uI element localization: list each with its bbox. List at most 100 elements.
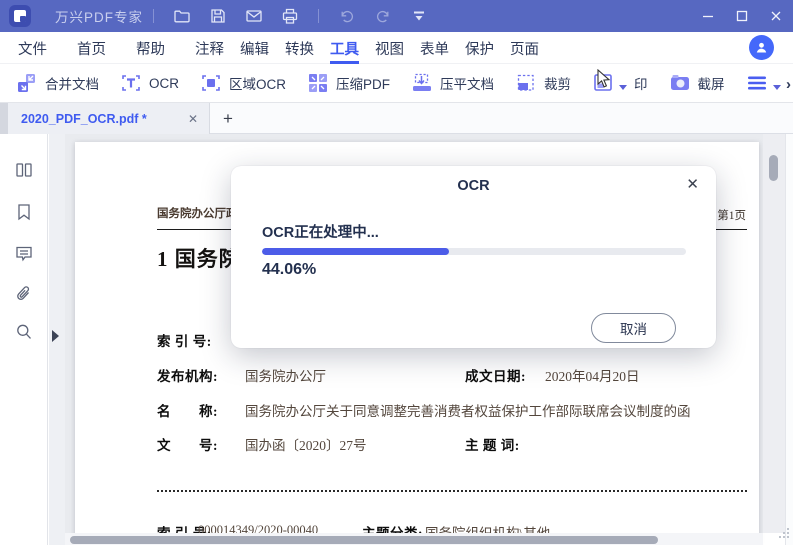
tool-label: 截屏 bbox=[697, 77, 725, 92]
panel-expand-handle[interactable] bbox=[52, 330, 59, 342]
tool-label: OCR bbox=[149, 75, 179, 91]
mouse-cursor bbox=[597, 68, 613, 94]
compress-pdf-button[interactable]: 压缩PDF bbox=[307, 72, 390, 94]
right-edge-strip bbox=[785, 134, 793, 545]
dotted-divider bbox=[157, 490, 747, 492]
tabbar-left-edge bbox=[0, 103, 8, 134]
close-button[interactable] bbox=[759, 0, 793, 32]
hamburger-menu-icon bbox=[747, 76, 766, 90]
field-label: 主 题 词: bbox=[465, 438, 520, 453]
more-tools-menu-button[interactable] bbox=[746, 72, 781, 94]
bookmarks-icon[interactable] bbox=[14, 202, 34, 222]
dialog-title: OCR bbox=[457, 178, 490, 194]
document-tab-bar: 2020_PDF_OCR.pdf * ✕ + bbox=[0, 103, 793, 134]
app-logo-icon bbox=[9, 5, 31, 27]
ocr-status-text: OCR正在处理中... bbox=[262, 225, 379, 241]
ocr-percent-text: 44.06% bbox=[262, 261, 317, 278]
field-label: 名 称: bbox=[157, 404, 218, 419]
maximize-button[interactable] bbox=[725, 0, 759, 32]
tab-title: 2020_PDF_OCR.pdf * bbox=[21, 111, 147, 126]
crop-button[interactable]: 裁剪 bbox=[515, 72, 571, 94]
menu-protect[interactable]: 保护 bbox=[465, 32, 494, 64]
tool-label: 区域OCR bbox=[229, 77, 286, 92]
menu-form[interactable]: 表单 bbox=[420, 32, 449, 64]
flatten-document-button[interactable]: 压平文档 bbox=[411, 72, 494, 94]
menu-help[interactable]: 帮助 bbox=[136, 32, 165, 64]
area-ocr-button[interactable]: 区域OCR bbox=[200, 72, 286, 94]
title-bar: 万兴PDF专家 bbox=[0, 0, 793, 32]
tool-label: 合并文档 bbox=[45, 77, 99, 92]
field-value: 2020年04月20日 bbox=[545, 369, 640, 384]
navigation-sidebar bbox=[0, 134, 48, 545]
save-icon[interactable] bbox=[209, 7, 227, 25]
undo-icon[interactable] bbox=[338, 7, 356, 25]
tool-label: 压缩PDF bbox=[336, 77, 390, 92]
flatten-document-icon bbox=[413, 73, 431, 91]
chevron-down-icon[interactable] bbox=[772, 85, 781, 90]
tab-close-icon[interactable]: ✕ bbox=[188, 112, 198, 126]
field-label: 发布机构: bbox=[157, 369, 218, 384]
app-window: 万兴PDF专家 文件 首页 帮助 注释 编辑 转换 工具 视图 表单 保护 页面… bbox=[0, 0, 793, 545]
menu-convert[interactable]: 转换 bbox=[285, 32, 314, 64]
page-header-text: 国务院办公厅政 bbox=[157, 208, 238, 220]
page-thumbnails-icon[interactable] bbox=[14, 160, 34, 180]
ocr-progress-bar bbox=[262, 248, 686, 255]
minimize-button[interactable] bbox=[691, 0, 725, 32]
resize-grip[interactable] bbox=[779, 536, 781, 538]
document-heading: 1 国务院 bbox=[157, 247, 241, 271]
window-controls bbox=[691, 0, 793, 32]
customize-toolbar-icon[interactable] bbox=[410, 7, 428, 25]
page-number: 第1页 bbox=[717, 210, 746, 222]
merge-documents-icon bbox=[18, 74, 35, 92]
field-value: 国务院办公厅关于同意调整完善消费者权益保护工作部际联席会议制度的函 bbox=[245, 404, 691, 419]
horizontal-scrollbar-thumb[interactable] bbox=[70, 536, 658, 544]
menu-tools[interactable]: 工具 bbox=[330, 32, 359, 64]
user-avatar[interactable] bbox=[749, 35, 774, 60]
cancel-button[interactable]: 取消 bbox=[591, 313, 676, 343]
ocr-dialog: OCR ✕ OCR正在处理中... 44.06% 取消 bbox=[231, 166, 716, 348]
vertical-scrollbar[interactable] bbox=[763, 134, 785, 533]
email-icon[interactable] bbox=[245, 7, 263, 25]
toolbar-overflow-chevron[interactable]: › bbox=[786, 76, 791, 93]
dialog-close-icon[interactable]: ✕ bbox=[686, 175, 699, 193]
tools-toolbar: 合并文档 OCR 区域OCR 压缩PDF 压平文档 裁剪 印 截屏 bbox=[0, 64, 793, 103]
search-icon[interactable] bbox=[14, 322, 34, 342]
field-label: 索 引 号: bbox=[157, 334, 212, 349]
menu-view[interactable]: 视图 bbox=[375, 32, 404, 64]
menu-edit[interactable]: 编辑 bbox=[240, 32, 269, 64]
menu-bar: 文件 首页 帮助 注释 编辑 转换 工具 视图 表单 保护 页面 bbox=[0, 32, 793, 64]
divider bbox=[318, 9, 319, 23]
field-value: 国务院办公厅 bbox=[245, 369, 326, 384]
ocr-button[interactable]: OCR bbox=[120, 72, 179, 94]
tool-label: 裁剪 bbox=[544, 77, 571, 92]
ocr-icon bbox=[122, 75, 140, 91]
area-ocr-icon bbox=[202, 75, 220, 91]
app-title: 万兴PDF专家 bbox=[55, 10, 143, 25]
horizontal-scrollbar[interactable] bbox=[65, 533, 763, 545]
vertical-scrollbar-thumb[interactable] bbox=[769, 155, 778, 181]
new-tab-button[interactable]: + bbox=[210, 103, 246, 134]
document-tab[interactable]: 2020_PDF_OCR.pdf * ✕ bbox=[8, 103, 210, 134]
divider bbox=[153, 9, 154, 23]
compress-pdf-icon bbox=[309, 74, 327, 92]
comments-icon[interactable] bbox=[14, 243, 34, 263]
merge-documents-button[interactable]: 合并文档 bbox=[16, 72, 99, 94]
print-icon[interactable] bbox=[281, 7, 299, 25]
chevron-down-icon[interactable] bbox=[619, 85, 627, 90]
screenshot-button[interactable]: 截屏 bbox=[669, 72, 725, 94]
menu-comment[interactable]: 注释 bbox=[195, 32, 224, 64]
menu-home[interactable]: 首页 bbox=[77, 32, 106, 64]
field-label: 文 号: bbox=[157, 438, 218, 453]
field-label: 成文日期: bbox=[465, 369, 526, 384]
menu-page[interactable]: 页面 bbox=[510, 32, 539, 64]
tool-label: 压平文档 bbox=[440, 77, 494, 92]
tool-label: 印 bbox=[634, 77, 648, 92]
crop-icon bbox=[517, 74, 534, 91]
redo-icon[interactable] bbox=[374, 7, 392, 25]
menu-file[interactable]: 文件 bbox=[18, 32, 47, 64]
attachments-icon[interactable] bbox=[14, 284, 34, 304]
field-value: 国办函〔2020〕27号 bbox=[245, 438, 367, 453]
open-folder-icon[interactable] bbox=[173, 7, 191, 25]
screenshot-icon bbox=[670, 75, 689, 90]
ocr-progress-fill bbox=[262, 248, 449, 255]
